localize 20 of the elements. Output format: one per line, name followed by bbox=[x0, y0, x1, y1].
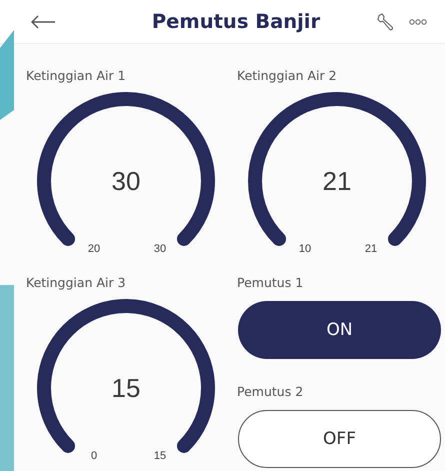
gauge-value: 15 bbox=[112, 373, 140, 403]
gauge-max-label: 21 bbox=[364, 243, 378, 255]
window-title: Pemutus Banjir bbox=[150, 10, 322, 33]
gauge-min-label: 10 bbox=[298, 243, 312, 255]
wrench-icon[interactable] bbox=[376, 12, 396, 32]
gauge-min-label: 0 bbox=[90, 450, 98, 462]
back-arrow-icon[interactable] bbox=[30, 14, 56, 28]
gauge-max-label: 30 bbox=[154, 243, 166, 255]
gauge-value: 21 bbox=[322, 166, 352, 196]
gauge-label: Ketinggian Air 1 bbox=[26, 68, 126, 84]
toggle-button[interactable]: OFF bbox=[238, 410, 441, 468]
gauge-min-label: 20 bbox=[88, 243, 100, 255]
switch-label: Pemutus 2 bbox=[237, 384, 304, 400]
gauge-label: Ketinggian Air 2 bbox=[237, 68, 337, 84]
switch-label: Pemutus 1 bbox=[237, 275, 304, 291]
gauge-max-label: 15 bbox=[154, 450, 166, 462]
toggle-button[interactable]: ON bbox=[238, 301, 441, 359]
gauge-label: Ketinggian Air 3 bbox=[26, 275, 126, 291]
more-icon[interactable] bbox=[409, 18, 427, 24]
gauge-value: 30 bbox=[112, 166, 140, 196]
